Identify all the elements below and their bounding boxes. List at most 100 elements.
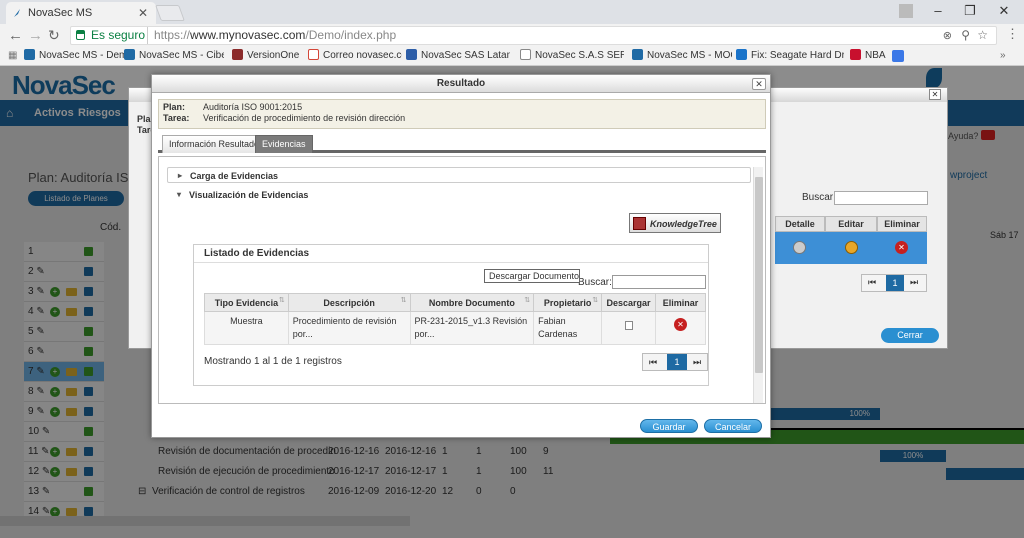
evidencias-pager: ⏮ 1 ⏭ (642, 353, 708, 371)
bookmarks-bar: ▦ NovaSec MS - Demo NovaSec MS - Ciber V… (0, 46, 1024, 66)
maximize-icon[interactable]: ❐ (954, 0, 986, 22)
detalle-header: Detalle (775, 216, 825, 232)
browser-toolbar: ← → ↻ Es seguro https://www.mynovasec.co… (0, 24, 1024, 46)
cell-propietario: Fabian Cardenas (533, 311, 603, 345)
evidencias-buscar-label: Buscar: (578, 277, 612, 288)
profile-icon[interactable] (890, 0, 922, 22)
more-bookmarks-icon[interactable]: » (1000, 46, 1006, 66)
tab-evidencias[interactable]: Evidencias (255, 135, 313, 153)
prev-page-icon[interactable]: ⏮ (868, 277, 876, 288)
bookmark-star-icon[interactable]: ☆ (977, 27, 988, 44)
knowledgetree-logo: KnowledgeTree (629, 213, 721, 233)
reload-icon[interactable]: ↻ (48, 27, 60, 44)
bookmark-4[interactable]: NovaSec SAS Latam (406, 46, 510, 66)
translate-icon[interactable]: ⊗ (943, 28, 952, 45)
back-buscar-label: Buscar: (802, 192, 836, 203)
search-icon[interactable]: ⚲ (961, 27, 970, 44)
page-number[interactable]: 1 (667, 354, 687, 370)
delete-icon[interactable]: ✕ (895, 241, 908, 254)
eliminar-header: Eliminar (877, 216, 927, 232)
resultado-dialog: Resultado ✕ Plan: Auditoría ISO 9001:2015… (151, 74, 771, 438)
table-row[interactable]: Muestra Procedimiento de revisión por...… (204, 311, 706, 345)
col-nombre-documento[interactable]: Nombre Documento ⇅ (409, 293, 535, 312)
bookmark-0[interactable]: NovaSec MS - Demo (24, 46, 124, 66)
url-text[interactable]: https://www.mynovasec.com/Demo/index.php (147, 27, 396, 44)
accordion-carga-evidencias[interactable]: ▸ Carga de Evidencias (167, 167, 751, 183)
cell-descargar (601, 311, 657, 345)
lock-icon (76, 30, 85, 40)
bookmark-favicon-icon (736, 49, 747, 60)
cancelar-button[interactable]: Cancelar (704, 419, 762, 433)
browser-tab[interactable]: NovaSec MS ✕ (6, 2, 156, 24)
editar-header: Editar (825, 216, 877, 232)
col-propietario[interactable]: Propietario ⇅ (533, 293, 603, 312)
gmail-icon (308, 49, 319, 60)
cell-tipo: Muestra (204, 311, 289, 345)
evidencias-title: Listado de Evidencias (194, 245, 708, 263)
bookmark-5[interactable]: NovaSec S.A.S SERVI (520, 46, 624, 66)
translate-bookmark-icon[interactable] (892, 50, 904, 62)
apps-icon[interactable]: ▦ (8, 46, 17, 66)
page-icon (520, 49, 531, 60)
menu-dots-icon[interactable]: ⋮ (1006, 26, 1019, 42)
dialog-close-icon[interactable]: ✕ (752, 78, 766, 90)
dialog-tabs: Información Resultado Evidencias (158, 135, 766, 153)
bookmark-1[interactable]: NovaSec MS - Ciber (124, 46, 224, 66)
back-search-input[interactable] (834, 191, 928, 205)
knowledgetree-icon (633, 217, 646, 230)
back-table: Detalle Editar Eliminar ✕ (775, 216, 927, 266)
evidencias-list-box: Listado de Evidencias Buscar: Tipo Evide… (193, 244, 709, 386)
records-info: Mostrando 1 al 1 de 1 registros (204, 356, 342, 367)
prev-page-icon[interactable]: ⏮ (649, 354, 657, 370)
calendar-icon (406, 49, 417, 60)
bookmark-favicon-icon (124, 49, 135, 60)
detail-icon[interactable] (793, 241, 806, 254)
bookmark-favicon-icon (232, 49, 243, 60)
bookmark-7[interactable]: Fix: Seagate Hard Dr (736, 46, 844, 66)
download-tooltip: Descargar Documento (484, 269, 580, 283)
col-descripcion[interactable]: Descripción ⇅ (287, 293, 411, 312)
minimize-icon[interactable]: – (922, 0, 954, 22)
nba-icon (850, 49, 861, 60)
panel-scrollbar[interactable] (753, 167, 763, 403)
evidencias-search-input[interactable] (612, 275, 706, 289)
delete-icon[interactable]: ✕ (674, 318, 688, 331)
next-page-icon[interactable]: ⏭ (910, 277, 918, 288)
download-document-icon[interactable] (624, 321, 633, 330)
cerrar-button[interactable]: Cerrar (881, 328, 939, 343)
back-selected-row[interactable]: ✕ (775, 232, 927, 264)
new-tab-button[interactable] (155, 5, 185, 21)
bookmark-6[interactable]: NovaSec MS - MOC (632, 46, 732, 66)
accordion-visualizacion-evidencias[interactable]: ▾ Visualización de Evidencias (167, 187, 751, 203)
plan-label: Plan: (163, 102, 186, 112)
tab-informacion-resultado[interactable]: Información Resultado (162, 135, 267, 153)
tab-title: NovaSec MS (28, 7, 93, 19)
scrollbar-thumb[interactable] (755, 177, 763, 373)
novasec-favicon-icon (14, 9, 20, 17)
bookmark-favicon-icon (632, 49, 643, 60)
close-tab-icon[interactable]: ✕ (138, 2, 148, 24)
col-eliminar[interactable]: Eliminar (655, 293, 706, 312)
bookmark-favicon-icon (24, 49, 35, 60)
bookmark-8[interactable]: NBA (850, 46, 890, 66)
back-pager: ⏮ 1 ⏭ (861, 274, 927, 292)
col-tipo-evidencia[interactable]: Tipo Evidencia ⇅ (204, 293, 289, 312)
edit-icon[interactable] (845, 241, 858, 254)
evidencias-table: Tipo Evidencia ⇅ Descripción ⇅ Nombre Docu… (204, 293, 706, 345)
next-page-icon[interactable]: ⏭ (693, 354, 701, 370)
address-bar[interactable]: Es seguro https://www.mynovasec.com/Demo… (70, 26, 997, 45)
secure-label: Es seguro (91, 28, 146, 42)
plan-info-box: Plan: Auditoría ISO 9001:2015 Tarea: Verif… (158, 99, 766, 129)
col-descargar[interactable]: Descargar (601, 293, 657, 312)
bookmark-2[interactable]: VersionOne (232, 46, 304, 66)
chevron-down-icon: ▾ (177, 190, 182, 199)
bookmark-3[interactable]: Correo novasec.co (308, 46, 402, 66)
guardar-button[interactable]: Guardar (640, 419, 698, 433)
back-dialog-close-icon[interactable]: ✕ (929, 89, 941, 100)
cell-descripcion: Procedimiento de revisión por... (287, 311, 411, 345)
forward-arrow-icon[interactable]: → (28, 27, 43, 44)
back-page-number[interactable]: 1 (886, 275, 904, 291)
tarea-label: Tarea: (163, 113, 190, 123)
back-arrow-icon[interactable]: ← (8, 27, 23, 44)
close-window-icon[interactable]: ✕ (988, 0, 1020, 22)
